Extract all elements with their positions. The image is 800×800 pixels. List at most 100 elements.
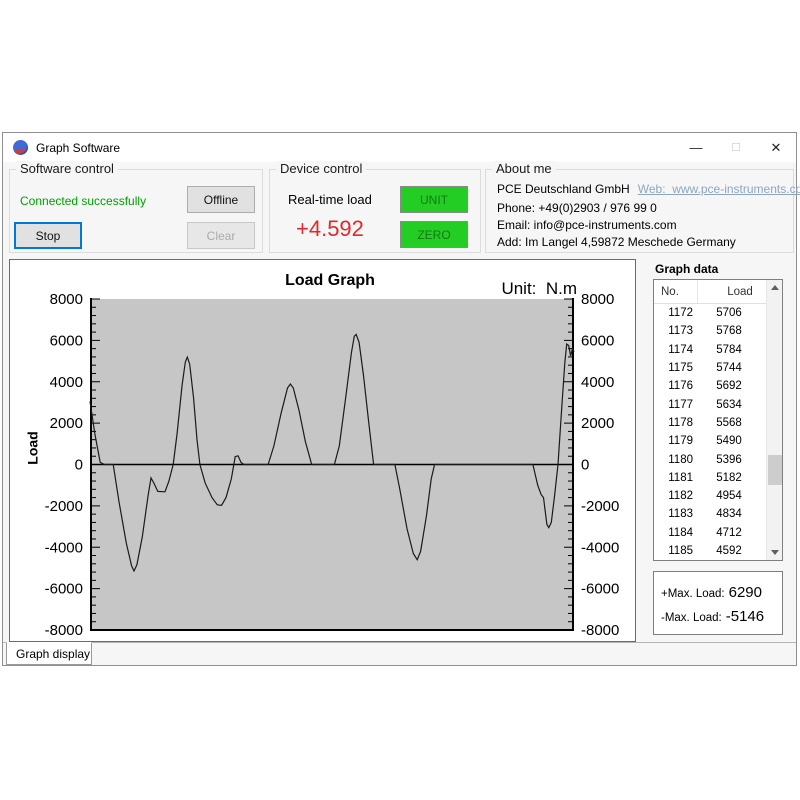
y-axis-tick-label-right: 0 (581, 457, 589, 474)
y-axis-tick-label-right: 2000 (581, 415, 614, 432)
cell-no: 1177 (654, 399, 698, 411)
y-axis-tick-label-right: 8000 (581, 291, 614, 308)
table-scrollbar[interactable] (766, 280, 782, 560)
table-body: 1172570611735768117457841175574411765692… (654, 304, 766, 560)
y-axis-tick-label-left: 6000 (50, 332, 83, 349)
min-load-value: -5146 (726, 608, 764, 625)
chart-title: Load Graph (185, 272, 475, 290)
offline-button[interactable]: Offline (187, 186, 255, 213)
device-control-groupbox: Device control Real-time load +4.592 UNI… (269, 169, 481, 253)
cell-load: 5692 (698, 380, 766, 392)
app-window: Graph Software — ☐ ✕ Software control Co… (2, 132, 797, 666)
about-groupbox: About me PCE Deutschland GmbHWeb: www.pc… (485, 169, 794, 253)
cell-load: 5784 (698, 344, 766, 356)
table-row: 11775634 (654, 395, 766, 413)
column-header-no: No. (654, 280, 698, 303)
tab-graph-display[interactable]: Graph display (6, 642, 92, 665)
y-axis-label: Load (25, 431, 41, 464)
cell-no: 1176 (654, 380, 698, 392)
zero-button[interactable]: ZERO (400, 221, 468, 248)
table-row: 11725706 (654, 304, 766, 322)
table-row: 11755744 (654, 359, 766, 377)
cell-load: 4712 (698, 527, 766, 539)
cell-load: 4954 (698, 490, 766, 502)
cell-no: 1175 (654, 362, 698, 374)
table-row: 11815182 (654, 469, 766, 487)
y-axis-tick-label-right: 6000 (581, 332, 614, 349)
scroll-down-icon[interactable] (767, 545, 783, 560)
min-load-line: -Max. Load:-5146 (661, 608, 764, 625)
cell-no: 1172 (654, 307, 698, 319)
cell-no: 1185 (654, 545, 698, 557)
table-row: 11834834 (654, 505, 766, 523)
desktop-background: Graph Software — ☐ ✕ Software control Co… (0, 0, 800, 800)
y-axis-tick-label-left: -4000 (45, 539, 83, 556)
graph-data-title: Graph data (655, 262, 718, 276)
y-axis-tick-label-left: -6000 (45, 581, 83, 598)
unit-label: Unit: N.m (501, 279, 577, 299)
y-axis-tick-label-left: 4000 (50, 374, 83, 391)
y-axis-tick-label-right: -6000 (581, 581, 619, 598)
table-row: 11805396 (654, 450, 766, 468)
cell-load: 5768 (698, 325, 766, 337)
y-axis-tick-label-left: 2000 (50, 415, 83, 432)
cell-no: 1180 (654, 454, 698, 466)
device-control-title: Device control (276, 161, 366, 176)
tab-strip-divider (3, 642, 796, 643)
y-axis-tick-label-right: -4000 (581, 539, 619, 556)
max-load-value: 6290 (729, 584, 762, 601)
realtime-load-value: +4.592 (296, 216, 364, 242)
scrollbar-thumb[interactable] (768, 455, 782, 485)
y-axis-tick-label-right: -8000 (581, 622, 619, 639)
table-row: 11765692 (654, 377, 766, 395)
cell-no: 1178 (654, 417, 698, 429)
table-row: 11745784 (654, 341, 766, 359)
cell-load: 5182 (698, 472, 766, 484)
cell-load: 5634 (698, 399, 766, 411)
minimize-button[interactable]: — (676, 133, 716, 162)
load-chart: -8000-8000-6000-6000-4000-4000-2000-2000… (10, 260, 637, 643)
email-line: Email: info@pce-instruments.com (497, 218, 677, 232)
cell-no: 1174 (654, 344, 698, 356)
table-row: 11844712 (654, 524, 766, 542)
y-axis-tick-label-left: 8000 (50, 291, 83, 308)
unit-button[interactable]: UNIT (400, 186, 468, 213)
cell-load: 5490 (698, 435, 766, 447)
max-load-box: +Max. Load:6290 -Max. Load:-5146 (653, 571, 783, 635)
clear-button[interactable]: Clear (187, 222, 255, 249)
cell-load: 4592 (698, 545, 766, 557)
cell-load: 5744 (698, 362, 766, 374)
cell-no: 1181 (654, 472, 698, 484)
cell-load: 5706 (698, 307, 766, 319)
window-title: Graph Software (36, 141, 120, 155)
cell-no: 1183 (654, 508, 698, 520)
about-title: About me (492, 161, 556, 176)
cell-no: 1173 (654, 325, 698, 337)
cell-load: 4834 (698, 508, 766, 520)
data-table[interactable]: No. Load 1172570611735768117457841175574… (653, 279, 783, 561)
realtime-load-label: Real-time load (288, 192, 372, 207)
table-row: 11795490 (654, 432, 766, 450)
table-row: 11785568 (654, 414, 766, 432)
title-bar: Graph Software — ☐ ✕ (3, 133, 796, 162)
app-icon (13, 140, 28, 155)
cell-load: 5396 (698, 454, 766, 466)
graph-panel: -8000-8000-6000-6000-4000-4000-2000-2000… (9, 259, 636, 642)
phone-line: Phone: +49(0)2903 / 976 99 0 (497, 201, 657, 215)
software-control-title: Software control (16, 161, 118, 176)
table-row: 11735768 (654, 322, 766, 340)
scroll-up-icon[interactable] (767, 280, 783, 295)
maximize-button[interactable]: ☐ (716, 133, 756, 162)
cell-load: 5568 (698, 417, 766, 429)
table-row: 11854592 (654, 542, 766, 560)
stop-button[interactable]: Stop (14, 222, 82, 249)
close-button[interactable]: ✕ (756, 133, 796, 162)
max-load-line: +Max. Load:6290 (661, 584, 762, 601)
cell-no: 1179 (654, 435, 698, 447)
y-axis-tick-label-right: 4000 (581, 374, 614, 391)
company-line: PCE Deutschland GmbHWeb: www.pce-instrum… (497, 182, 800, 196)
y-axis-tick-label-left: -2000 (45, 498, 83, 515)
connection-status: Connected successfully (20, 194, 146, 208)
software-control-groupbox: Software control Connected successfully … (9, 169, 263, 253)
web-link[interactable]: Web: www.pce-instruments.com (638, 182, 800, 196)
